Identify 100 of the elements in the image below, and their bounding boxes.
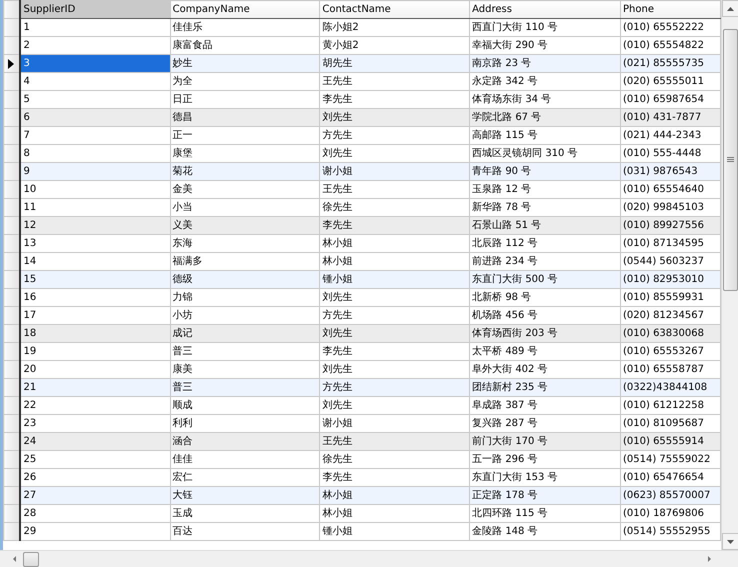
row-header[interactable] (4, 234, 20, 252)
table-cell: (021) 444-2343 (620, 126, 720, 144)
scroll-up-button[interactable] (722, 0, 738, 17)
table-cell: 27 (20, 486, 170, 504)
table-cell: 3 (20, 54, 170, 72)
table-cell: 妙生 (170, 54, 320, 72)
table-cell: 13 (20, 234, 170, 252)
row-header[interactable] (4, 144, 20, 162)
row-header[interactable] (4, 288, 20, 306)
table-cell: 29 (20, 522, 170, 540)
table-cell: 锺小姐 (320, 522, 470, 540)
table-cell: 学院北路 67 号 (470, 108, 620, 126)
scrollbar-thumb[interactable] (723, 29, 738, 291)
row-header[interactable] (4, 504, 20, 522)
row-header[interactable] (4, 414, 20, 432)
scrollbar-thumb[interactable] (23, 552, 39, 566)
row-header[interactable] (4, 450, 20, 468)
table-cell: 普三 (170, 378, 320, 396)
table-cell: (010) 89927556 (620, 216, 720, 234)
table-cell: (031) 9876543 (620, 162, 720, 180)
table-row[interactable]: 6 德昌 刘先生 学院北路 67 号 (010) 431-7877 (4, 108, 720, 126)
table-cell: (010) 82953010 (620, 270, 720, 288)
table-cell: 玉成 (170, 504, 320, 522)
table-cell: 7 (20, 126, 170, 144)
row-header[interactable] (4, 72, 20, 90)
table-cell: 东海 (170, 234, 320, 252)
table-cell: (010) 87134595 (620, 234, 720, 252)
row-header[interactable] (4, 54, 20, 72)
row-header[interactable] (4, 180, 20, 198)
table-row[interactable]: 15 德级 锺小姐 东直门大街 500 号 (010) 82953010 (4, 270, 720, 288)
row-header[interactable] (4, 126, 20, 144)
table-cell: 体育场西街 203 号 (470, 324, 620, 342)
column-header[interactable]: CompanyName (170, 0, 320, 18)
table-cell: 方先生 (320, 378, 470, 396)
table-cell: 团结新村 235 号 (470, 378, 620, 396)
row-header[interactable] (4, 486, 20, 504)
table-cell: 10 (20, 180, 170, 198)
table-cell: 刘先生 (320, 108, 470, 126)
table-cell: 19 (20, 342, 170, 360)
row-header[interactable] (4, 306, 20, 324)
table-cell: (0623) 85570007 (620, 486, 720, 504)
table-cell: 正定路 178 号 (470, 486, 620, 504)
row-header[interactable] (4, 522, 20, 540)
row-header[interactable] (4, 216, 20, 234)
table-cell: 胡先生 (320, 54, 470, 72)
table-cell: 百达 (170, 522, 320, 540)
row-header[interactable] (4, 468, 20, 486)
row-header[interactable] (4, 432, 20, 450)
left-arrow-icon (13, 556, 16, 562)
table-cell: 林小姐 (320, 234, 470, 252)
table-cell: 28 (20, 504, 170, 522)
row-header[interactable] (4, 342, 20, 360)
table-cell: 普三 (170, 342, 320, 360)
current-row-icon (8, 58, 14, 68)
row-header[interactable] (4, 360, 20, 378)
row-header[interactable] (4, 90, 20, 108)
table-row[interactable]: 27 大钰 林小姐 正定路 178 号 (0623) 85570007 (4, 486, 720, 504)
scroll-down-button[interactable] (722, 533, 738, 550)
table-cell: 刘先生 (320, 324, 470, 342)
table-cell: 大钰 (170, 486, 320, 504)
column-header[interactable]: Phone (620, 0, 720, 18)
table-cell: 王先生 (320, 72, 470, 90)
column-header[interactable]: Address (470, 0, 620, 18)
table-cell: (010) 65554640 (620, 180, 720, 198)
table-cell: (0514) 55552955 (620, 522, 720, 540)
table-row[interactable]: 24 涵合 王先生 前门大街 170 号 (010) 65555914 (4, 432, 720, 450)
row-header[interactable] (4, 252, 20, 270)
table-cell: 16 (20, 288, 170, 306)
column-header[interactable]: ContactName (320, 0, 470, 18)
row-header[interactable] (4, 162, 20, 180)
row-header[interactable] (4, 378, 20, 396)
row-header[interactable] (4, 198, 20, 216)
row-header[interactable] (4, 36, 20, 54)
table-cell: 义美 (170, 216, 320, 234)
row-header[interactable] (4, 18, 20, 36)
down-arrow-icon (727, 540, 734, 544)
table-cell: 佳佳 (170, 450, 320, 468)
table-cell: 方先生 (320, 126, 470, 144)
row-header[interactable] (4, 396, 20, 414)
table-row[interactable]: 3 妙生 胡先生 南京路 23 号 (021) 85555735 (4, 54, 720, 72)
row-header[interactable] (4, 108, 20, 126)
row-header[interactable] (4, 324, 20, 342)
table-cell: 玉泉路 12 号 (470, 180, 620, 198)
table-cell: 21 (20, 378, 170, 396)
table-cell: 1 (20, 18, 170, 36)
table-cell: 刘先生 (320, 288, 470, 306)
table-cell: 涵合 (170, 432, 320, 450)
table-cell: 锺小姐 (320, 270, 470, 288)
table-cell: 为全 (170, 72, 320, 90)
table-cell: 林小姐 (320, 504, 470, 522)
table-row[interactable]: 21 普三 方先生 团结新村 235 号 (0322)43844108 (4, 378, 720, 396)
table-cell: 青年路 90 号 (470, 162, 620, 180)
table-cell: (010) 65555914 (620, 432, 720, 450)
row-header[interactable] (4, 270, 20, 288)
table-row[interactable]: 18 成记 刘先生 体育场西街 203 号 (010) 63830068 (4, 324, 720, 342)
column-header[interactable]: SupplierID (20, 0, 170, 18)
table-cell: 刘先生 (320, 396, 470, 414)
table-row[interactable]: 9 菊花 谢小姐 青年路 90 号 (031) 9876543 (4, 162, 720, 180)
table-row[interactable]: 12 义美 李先生 石景山路 51 号 (010) 89927556 (4, 216, 720, 234)
table-cell: 成记 (170, 324, 320, 342)
